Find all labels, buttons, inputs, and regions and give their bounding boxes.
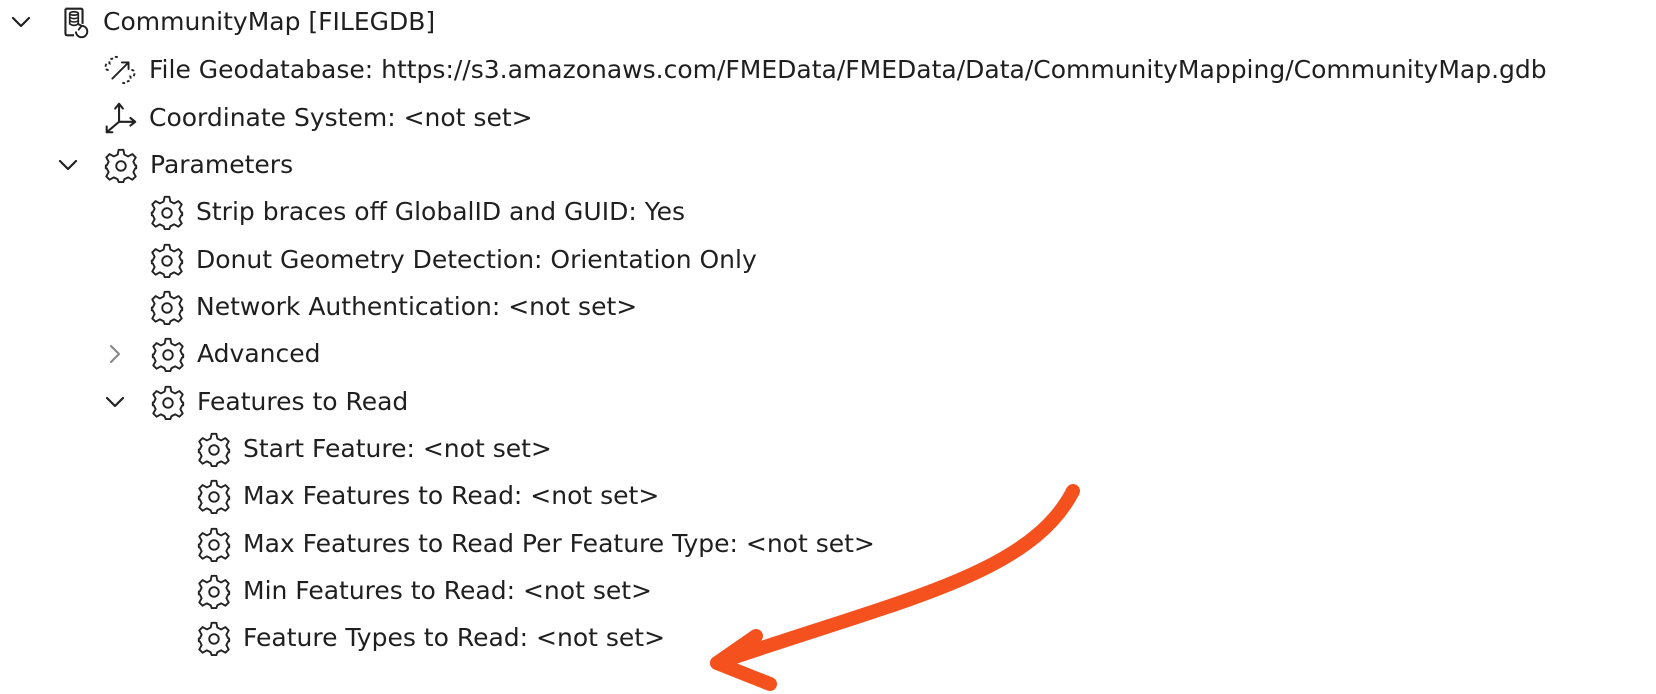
tree-item-label: Advanced bbox=[197, 339, 321, 368]
tree-item-min-features[interactable]: Min Features to Read: <not set> bbox=[194, 569, 652, 613]
tree-item-donut-geometry[interactable]: Donut Geometry Detection: Orientation On… bbox=[147, 238, 757, 282]
gear-icon bbox=[194, 524, 234, 564]
tree-item-label: Parameters bbox=[150, 150, 294, 179]
gear-icon bbox=[194, 618, 234, 658]
tree-item-max-features-per-type[interactable]: Max Features to Read Per Feature Type: <… bbox=[194, 522, 875, 566]
tree-item-features-to-read[interactable]: Features to Read bbox=[102, 380, 408, 424]
gear-icon bbox=[148, 334, 188, 374]
tree-item-label: Max Features to Read: <not set> bbox=[243, 481, 660, 510]
tree-item-max-features[interactable]: Max Features to Read: <not set> bbox=[194, 474, 659, 518]
tree-item-label: Network Authentication: <not set> bbox=[196, 292, 638, 321]
coordinate-axes-icon bbox=[100, 98, 140, 138]
gear-icon bbox=[147, 287, 187, 327]
gear-icon bbox=[147, 240, 187, 280]
tree-item-file-geodatabase[interactable]: File Geodatabase: https://s3.amazonaws.c… bbox=[100, 48, 1547, 92]
tree-item-label: Features to Read bbox=[197, 387, 409, 416]
tree-item-label: Max Features to Read Per Feature Type: <… bbox=[243, 529, 875, 558]
tree-item-network-authentication[interactable]: Network Authentication: <not set> bbox=[147, 285, 637, 329]
tree-item-strip-braces[interactable]: Strip braces off GlobalID and GUID: Yes bbox=[147, 190, 685, 234]
tree-item-label: Feature Types to Read: <not set> bbox=[243, 623, 666, 652]
gear-icon bbox=[101, 145, 141, 185]
gear-icon bbox=[194, 571, 234, 611]
chevron-down-icon[interactable] bbox=[55, 152, 81, 178]
chevron-down-icon[interactable] bbox=[102, 389, 128, 415]
tree-item-label: File Geodatabase: https://s3.amazonaws.c… bbox=[149, 55, 1547, 84]
tree-item-label: Strip braces off GlobalID and GUID: Yes bbox=[196, 197, 686, 226]
tree-item-label: Coordinate System: <not set> bbox=[149, 103, 533, 132]
chevron-down-icon[interactable] bbox=[8, 9, 34, 35]
gear-icon bbox=[147, 192, 187, 232]
gear-icon bbox=[194, 429, 234, 469]
tree-item-feature-types-to-read[interactable]: Feature Types to Read: <not set> bbox=[194, 616, 665, 660]
dataset-icon bbox=[100, 50, 140, 90]
navigator-tree: CommunityMap [FILEGDB] File Geodatabase:… bbox=[0, 0, 1656, 694]
tree-item-label: Start Feature: <not set> bbox=[243, 434, 552, 463]
tree-item-communitymap[interactable]: CommunityMap [FILEGDB] bbox=[8, 0, 435, 44]
tree-item-advanced[interactable]: Advanced bbox=[102, 332, 321, 376]
tree-item-start-feature[interactable]: Start Feature: <not set> bbox=[194, 427, 552, 471]
tree-item-coordinate-system[interactable]: Coordinate System: <not set> bbox=[100, 96, 533, 140]
gear-icon bbox=[194, 476, 234, 516]
gear-icon bbox=[148, 382, 188, 422]
tree-item-label: CommunityMap [FILEGDB] bbox=[103, 7, 436, 36]
tree-item-parameters[interactable]: Parameters bbox=[55, 143, 293, 187]
database-icon bbox=[54, 2, 94, 42]
tree-item-label: Donut Geometry Detection: Orientation On… bbox=[196, 245, 757, 274]
tree-item-label: Min Features to Read: <not set> bbox=[243, 576, 652, 605]
chevron-right-icon[interactable] bbox=[102, 341, 128, 367]
